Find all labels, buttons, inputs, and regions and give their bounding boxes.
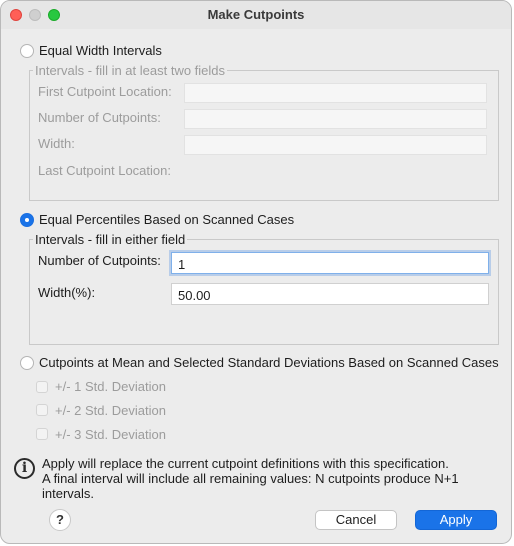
equal-percentiles-label[interactable]: Equal Percentiles Based on Scanned Cases	[39, 212, 294, 227]
info-icon: i	[14, 458, 35, 479]
title-bar: Make Cutpoints	[1, 1, 511, 29]
first-cutpoint-field[interactable]	[184, 83, 487, 103]
window-title: Make Cutpoints	[207, 7, 305, 22]
ep-num-cutpoints-label: Number of Cutpoints:	[38, 253, 161, 268]
ep-num-cutpoints-field[interactable]: 1	[171, 252, 489, 274]
apply-button[interactable]: Apply	[415, 510, 497, 530]
sd3-label: +/- 3 Std. Deviation	[55, 427, 166, 442]
ep-width-field[interactable]: 50.00	[171, 283, 489, 305]
sd1-checkbox[interactable]	[36, 381, 48, 393]
info-message: Apply will replace the current cutpoint …	[42, 456, 502, 501]
first-cutpoint-label: First Cutpoint Location:	[38, 84, 172, 99]
make-cutpoints-dialog: Make Cutpoints Equal Width Intervals Int…	[0, 0, 512, 544]
ew-num-cutpoints-field[interactable]	[184, 109, 487, 129]
sd1-label: +/- 1 Std. Deviation	[55, 379, 166, 394]
help-button[interactable]: ?	[49, 509, 71, 531]
ew-num-cutpoints-label: Number of Cutpoints:	[38, 110, 161, 125]
sd2-label: +/- 2 Std. Deviation	[55, 403, 166, 418]
cancel-button[interactable]: Cancel	[315, 510, 397, 530]
equal-percentiles-group-title: Intervals - fill in either field	[33, 232, 188, 247]
info-line-2: A final interval will include all remain…	[42, 471, 459, 486]
ew-width-label: Width:	[38, 136, 75, 151]
ep-width-label: Width(%):	[38, 285, 96, 300]
info-line-3: intervals.	[42, 486, 95, 501]
mean-sd-radio[interactable]	[20, 356, 34, 370]
equal-width-group-title: Intervals - fill in at least two fields	[33, 63, 228, 78]
equal-percentiles-radio[interactable]	[20, 213, 34, 227]
last-cutpoint-label: Last Cutpoint Location:	[38, 163, 171, 178]
equal-width-radio[interactable]	[20, 44, 34, 58]
equal-width-label[interactable]: Equal Width Intervals	[39, 43, 162, 58]
ew-width-field[interactable]	[184, 135, 487, 155]
info-line-1: Apply will replace the current cutpoint …	[42, 456, 449, 471]
sd3-checkbox[interactable]	[36, 428, 48, 440]
mean-sd-label[interactable]: Cutpoints at Mean and Selected Standard …	[39, 355, 499, 370]
sd2-checkbox[interactable]	[36, 404, 48, 416]
